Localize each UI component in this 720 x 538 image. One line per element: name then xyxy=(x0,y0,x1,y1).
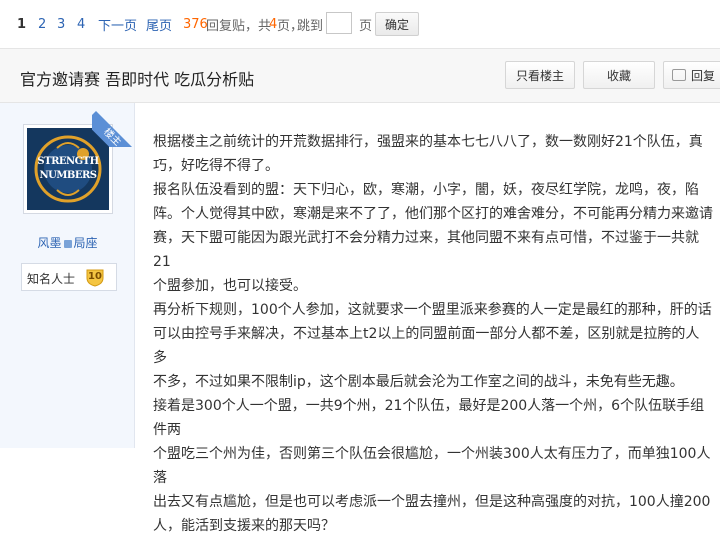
page-link-3[interactable]: 3 xyxy=(57,17,65,32)
post-line: 可以由控号手来解决，不过基本上t2以上的同盟前面一部分人都不差，区别就是拉胯的人… xyxy=(153,326,700,366)
post-line: 个盟参加，也可以接受。 xyxy=(153,278,307,294)
post-line: 阵。个人觉得其中欧，寒潮是来不了了，他们那个区打的难舍难分，不可能再分精力来邀请 xyxy=(153,206,713,222)
reply-count-label: 回复贴，共 xyxy=(206,18,272,34)
name-separator-icon xyxy=(63,239,72,248)
author-ribbon-label: 楼主 xyxy=(92,111,136,147)
page-link-2[interactable]: 2 xyxy=(38,17,46,32)
author-name-right: 局座 xyxy=(73,236,98,250)
pagination-bar: 1 2 3 4 下一页 尾页 376 回复贴，共 4 页， 跳到 页 确定 xyxy=(0,0,720,48)
reply-button[interactable]: 回复 xyxy=(663,61,720,89)
post-line: 巧，好吃得不得了。 xyxy=(153,158,279,174)
post-line: 人，能活到支援来的那天吗？ xyxy=(153,518,335,534)
thread-title: 官方邀请赛 吾即时代 吃瓜分析贴 xyxy=(20,70,255,89)
avatar-text-1: STRENGTH xyxy=(37,156,99,167)
last-page-link[interactable]: 尾页 xyxy=(146,15,172,34)
post-line: 赛，天下盟可能因为跟光武打不会分精力过来，其他同盟不来有点可惜，不过鉴于一共就2… xyxy=(153,230,699,270)
goto-label: 跳到 xyxy=(297,18,324,34)
reply-count: 376 xyxy=(183,16,208,32)
post-content: 根据楼主之前统计的开荒数据排行，强盟来的基本七七八八了，数一数刚好21个队伍，真… xyxy=(153,130,713,538)
post-line: 出去又有点尴尬，但是也可以考虑派一个盟去撞州，但是这种高强度的对抗，100人撞2… xyxy=(153,494,711,510)
thread-header: 官方邀请赛 吾即时代 吃瓜分析贴 只看楼主 收藏 回复 xyxy=(0,48,720,103)
goto-page-suffix: 页 xyxy=(359,18,373,34)
next-page-link[interactable]: 下一页 xyxy=(98,15,137,34)
post-line: 个盟吃三个州为佳，否则第三个队伍会很尴尬，一个州装300人太有压力了，而单独10… xyxy=(153,446,711,486)
goto-page-input[interactable] xyxy=(326,12,352,34)
collect-button[interactable]: 收藏 xyxy=(583,61,655,89)
rank-level-value: 10 xyxy=(88,271,102,282)
author-name-left: 风墨 xyxy=(37,236,62,250)
author-sidebar: STRENGTH NUMBERS 风墨 局座 知名人士 10 xyxy=(0,103,135,448)
current-page: 1 xyxy=(17,16,27,32)
rank-level-badge: 10 xyxy=(85,268,105,287)
author-name[interactable]: 风墨 局座 xyxy=(0,234,135,251)
post-line: 报名队伍没看到的盟：天下归心，欧，寒潮，小字，闇，妖，夜尽红学院，龙鸣，夜，陷 xyxy=(153,182,699,198)
page-link-4[interactable]: 4 xyxy=(77,17,85,32)
post-line: 接着是300个人一个盟，一共9个州，21个队伍，最好是200人落一个州，6个队伍… xyxy=(153,398,705,438)
reply-button-label: 回复 xyxy=(691,68,716,83)
user-rank: 知名人士 10 xyxy=(21,263,117,291)
post-line: 不多，不过如果不限制ip，这个剧本最后就会沦为工作室之间的战斗，未免有些无趣。 xyxy=(153,374,684,390)
goto-confirm-button[interactable]: 确定 xyxy=(375,12,419,36)
post-line: 再分析下规则，100个人参加，这就要求一个盟里派来参赛的人一定是最红的那种，肝的… xyxy=(153,302,712,318)
author-ribbon: 楼主 xyxy=(92,103,136,147)
avatar-text-2: NUMBERS xyxy=(39,170,97,181)
only-author-button[interactable]: 只看楼主 xyxy=(505,61,575,89)
rank-title: 知名人士 xyxy=(27,272,76,286)
reply-bubble-icon xyxy=(672,69,686,81)
post-line: 根据楼主之前统计的开荒数据排行，强盟来的基本七七八八了，数一数刚好21个队伍，真 xyxy=(153,134,703,150)
